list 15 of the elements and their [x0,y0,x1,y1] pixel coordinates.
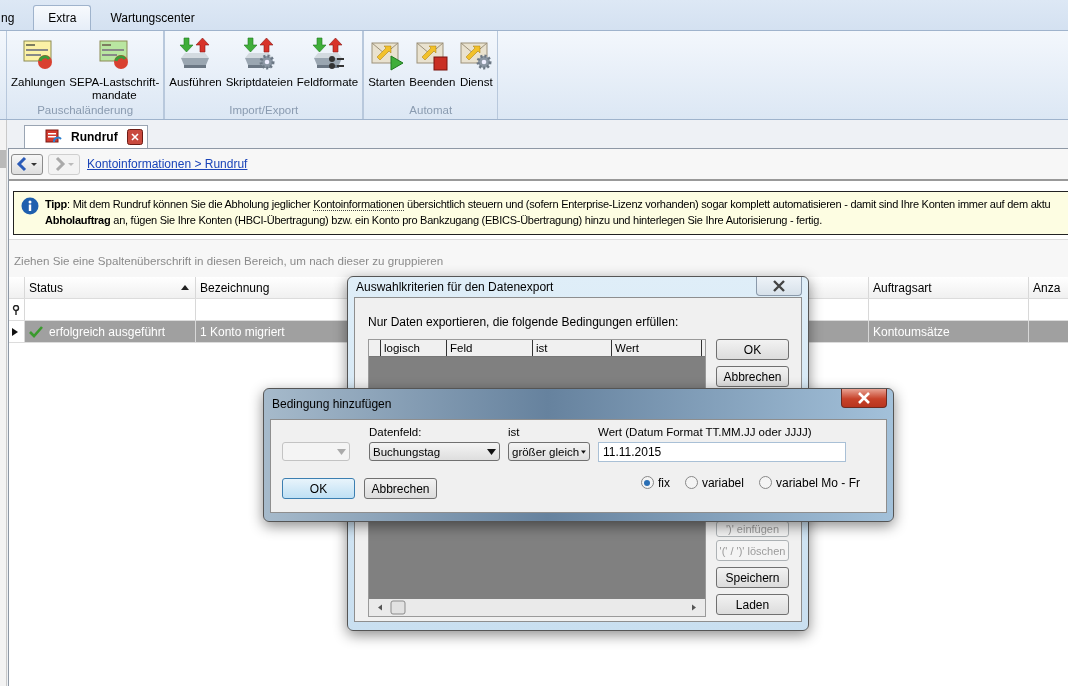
instruction-text: Nur Daten exportieren, die folgende Bedingungen erfüllen: [368,315,680,329]
table-cell: Kontoumsätze [873,324,950,339]
table-cell: 1 Konto migriert [200,324,285,339]
window-title: Bedingung hinzufügen [272,397,392,411]
tip-text: Tipp: Mit dem Rundruf können Sie die Abholung jeglicher Kontoinformationen übersichtlich steuern und (sofern Enterprise-Lizenz vorhanden) sogar komplett automatisieren - damit sind Ihre Konten immer auf dem aktu [45,197,1051,212]
group-label: Import/Export [228,104,300,118]
table-cell: erfolgreich ausgeführt [49,324,166,339]
group-label: Pauschaländerung [36,104,135,118]
tip-text: Abholauftrag an, fügen Sie Ihre Konten (HBCI-Übertragung) bzw. ein Konto pro Bankzugang (EBICS-Übertragung) hinzu und hinterlegen Sie Ihre Autorisierung - fertig. [45,213,823,228]
field-label: ist [508,426,521,440]
field-label: Datenfeld: [369,426,423,440]
window-title: Auswahlkriterien für den Datenexport [356,280,554,294]
group-label: Automat [408,104,454,118]
field-label: Wert (Datum Format TT.MM.JJ oder JJJJ) [598,426,813,440]
group-hint: Ziehen Sie eine Spaltenüberschrift in diesen Bereich, um nach dieser zu gruppieren [9,240,1068,277]
